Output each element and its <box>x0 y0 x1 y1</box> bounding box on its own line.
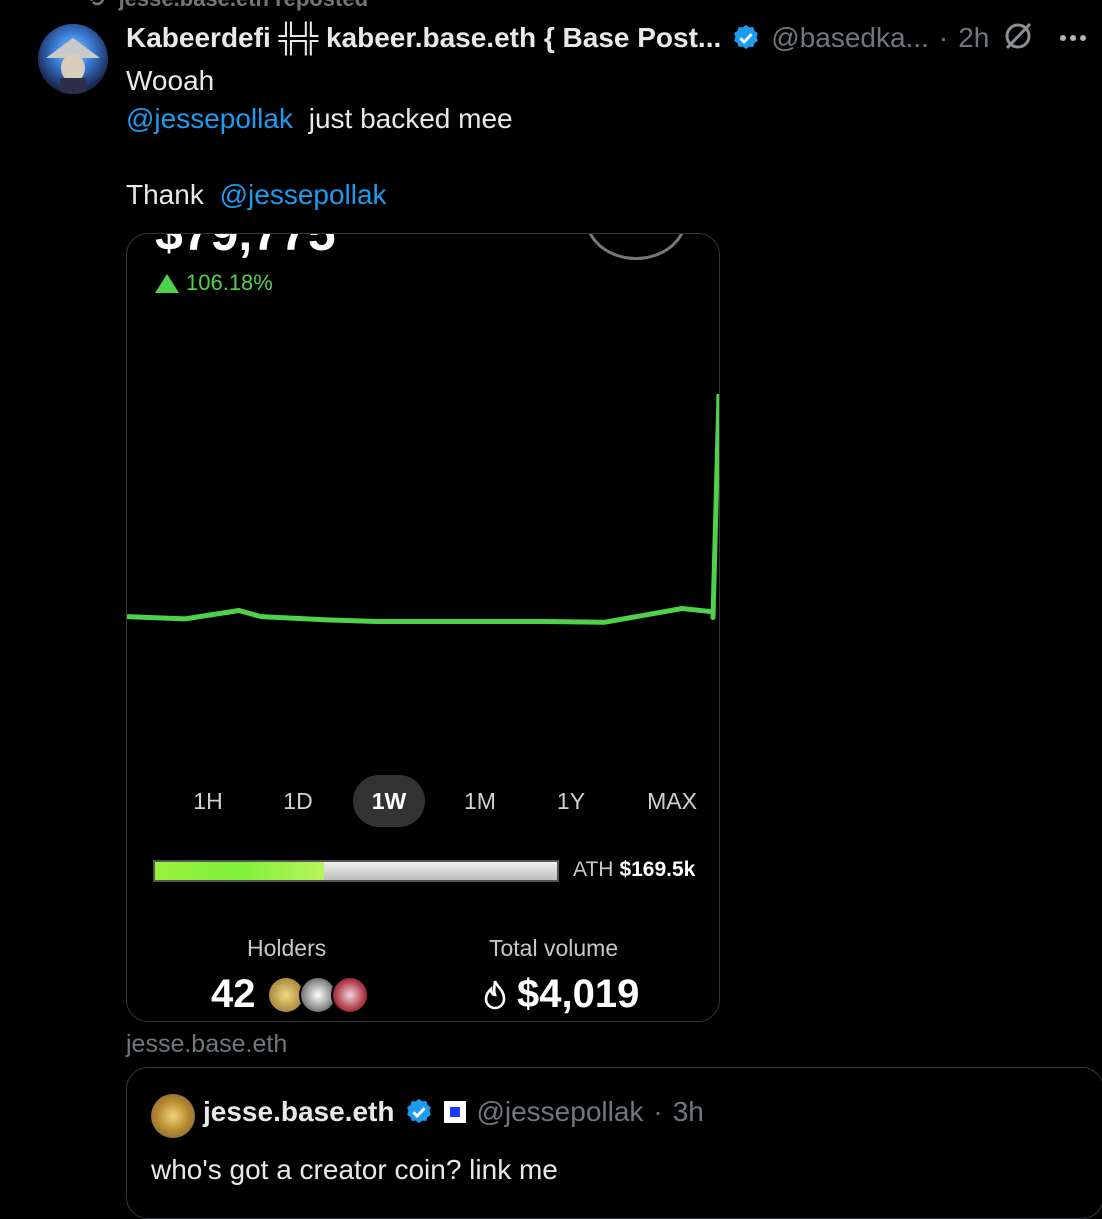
price-change: 106.18% <box>155 270 273 296</box>
range-tab-1d[interactable]: 1D <box>253 775 343 827</box>
quoted-author-name[interactable]: jesse.base.eth <box>203 1096 394 1128</box>
ath-progress-fill <box>155 862 324 880</box>
mention-link[interactable]: @jessepollak <box>220 179 387 210</box>
ath-progress-bar <box>153 860 559 882</box>
author-avatar[interactable] <box>38 24 108 94</box>
quoted-post[interactable]: jesse.base.eth @jessepollak · 3h who's g… <box>126 1067 1102 1219</box>
holders-count: 42 <box>211 972 256 1016</box>
post-line-1: Wooah <box>126 65 215 96</box>
range-tab-max[interactable]: MAX <box>617 775 719 827</box>
volume-value-row: $4,019 <box>479 972 639 1017</box>
fire-icon <box>484 979 506 1009</box>
repost-icon: ⟲ <box>86 0 104 11</box>
separator-dot: · <box>653 1096 663 1127</box>
verified-badge-icon <box>734 24 759 50</box>
grok-icon[interactable] <box>1002 20 1034 57</box>
price-chart <box>127 393 719 625</box>
range-tab-1w[interactable]: 1W <box>353 775 425 827</box>
ath-caption: ATH <box>573 858 614 881</box>
quoted-author-avatar[interactable] <box>151 1094 195 1138</box>
more-options-icon[interactable] <box>1058 30 1088 48</box>
up-triangle-icon <box>155 273 179 293</box>
post-text: Wooah @jessepollak just backed mee Thank… <box>126 62 513 214</box>
post-time[interactable]: 2h <box>958 22 989 54</box>
post-line-2-text: just backed mee <box>308 103 513 134</box>
mention-link[interactable]: @jessepollak <box>126 103 293 134</box>
coin-logo <box>585 234 687 260</box>
post-line-3-text: Thank <box>126 179 204 210</box>
ath-value: $169.5k <box>619 858 696 881</box>
range-selector: 1H 1D 1W 1M 1Y MAX <box>173 775 719 827</box>
coin-price: $79,775 <box>155 233 336 261</box>
affiliate-badge-icon <box>444 1101 467 1123</box>
verified-badge-icon <box>407 1098 432 1124</box>
repost-indicator[interactable]: ⟲ jesse.base.eth reposted <box>86 0 368 12</box>
repost-text: jesse.base.eth reposted <box>119 0 368 11</box>
holder-avatar <box>331 976 369 1014</box>
author-handle[interactable]: @basedka... <box>771 22 929 54</box>
post-header-actions <box>1002 20 1088 57</box>
post-header: Kabeerdefi ╬╬ kabeer.base.eth { Base Pos… <box>126 18 989 58</box>
quoted-post-header: jesse.base.eth @jessepollak · 3h <box>203 1096 704 1128</box>
quoted-post-text: who's got a creator coin? link me <box>151 1154 558 1185</box>
range-tab-1h[interactable]: 1H <box>173 775 243 827</box>
price-line <box>127 393 719 625</box>
quoted-author-handle[interactable]: @jessepollak <box>476 1096 643 1128</box>
author-name[interactable]: Kabeerdefi ╬╬ kabeer.base.eth { Base Pos… <box>126 22 721 54</box>
price-change-value: 106.18% <box>186 270 273 295</box>
image-caption[interactable]: jesse.base.eth <box>126 1030 287 1059</box>
ath-label: ATH $169.5k <box>573 858 695 882</box>
holders-label: Holders <box>247 935 327 961</box>
post-line-3: Thank @jessepollak <box>126 176 513 214</box>
quoted-post-time[interactable]: 3h <box>673 1096 704 1128</box>
post-image[interactable]: $79,775 106.18% 1H 1D 1W 1M 1Y MAX ATH $169.5k… <box>126 233 720 1022</box>
post-line-2: @jessepollak just backed mee <box>126 100 513 138</box>
range-tab-1y[interactable]: 1Y <box>535 775 607 827</box>
separator-dot: · <box>938 22 949 53</box>
holder-avatars[interactable] <box>267 976 369 1016</box>
range-tab-1m[interactable]: 1M <box>435 775 525 827</box>
volume-label: Total volume <box>489 935 619 961</box>
volume-value: $4,019 <box>517 972 640 1016</box>
